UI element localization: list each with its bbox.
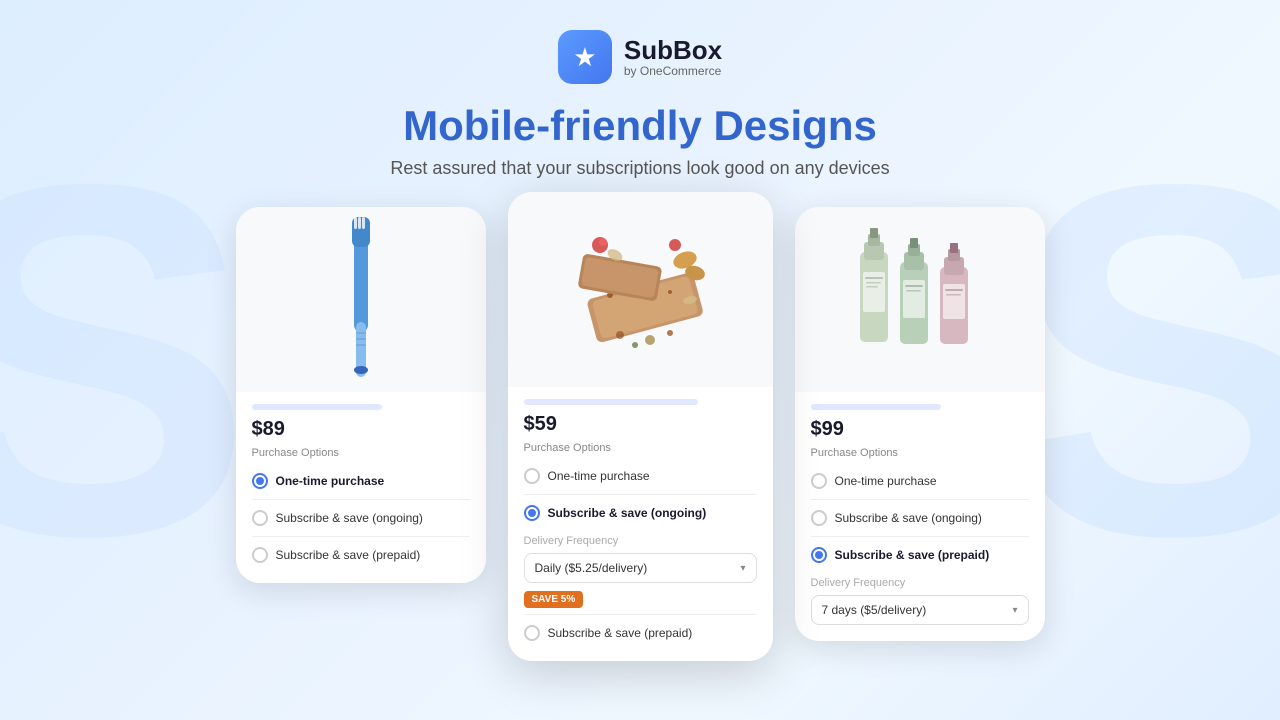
product-image-toothbrush bbox=[236, 207, 486, 392]
logo-subtitle: by OneCommerce bbox=[624, 64, 722, 78]
option-subscribe-ongoing-right[interactable]: Subscribe & save (ongoing) bbox=[811, 506, 1029, 530]
logo-icon: ★ bbox=[558, 30, 612, 84]
delivery-value-center: Daily ($5.25/delivery) bbox=[535, 561, 648, 575]
option-one-time-right[interactable]: One-time purchase bbox=[811, 469, 1029, 493]
card-toothbrush: $89 Purchase Options One-time purchase S… bbox=[236, 207, 486, 583]
price-food: $59 bbox=[524, 413, 757, 436]
divider-right1 bbox=[811, 499, 1029, 500]
purchase-options-label-center: Purchase Options bbox=[524, 442, 757, 454]
price-bar bbox=[252, 404, 383, 410]
radio-subscribe-prepaid-center[interactable] bbox=[524, 625, 540, 641]
divider-center2 bbox=[524, 614, 757, 615]
option-one-time-left[interactable]: One-time purchase bbox=[252, 469, 470, 493]
bottles-svg bbox=[820, 222, 1020, 377]
logo-title: SubBox bbox=[624, 36, 722, 65]
radio-one-time-left[interactable] bbox=[252, 473, 268, 489]
purchase-options-label-left: Purchase Options bbox=[252, 447, 470, 459]
star-icon: ★ bbox=[573, 42, 596, 73]
option-one-time-center[interactable]: One-time purchase bbox=[524, 464, 757, 488]
option-subscribe-prepaid-right[interactable]: Subscribe & save (prepaid) bbox=[811, 543, 1029, 567]
radio-one-time-center[interactable] bbox=[524, 468, 540, 484]
page-subtitle: Rest assured that your subscriptions loo… bbox=[390, 158, 889, 179]
logo-row: ★ SubBox by OneCommerce bbox=[558, 30, 722, 84]
divider2 bbox=[252, 536, 470, 537]
product-image-bottles bbox=[795, 207, 1045, 392]
radio-inner-right bbox=[815, 551, 823, 559]
option-label-ongoing-left: Subscribe & save (ongoing) bbox=[276, 511, 423, 525]
product-image-food bbox=[508, 192, 773, 387]
divider-right2 bbox=[811, 536, 1029, 537]
delivery-dropdown-center[interactable]: Daily ($5.25/delivery) ▾ bbox=[524, 553, 757, 583]
divider bbox=[252, 499, 470, 500]
radio-inner-center bbox=[528, 509, 536, 517]
card-bottles: $99 Purchase Options One-time purchase S… bbox=[795, 207, 1045, 641]
radio-one-time-right[interactable] bbox=[811, 473, 827, 489]
card-body-toothbrush: $89 Purchase Options One-time purchase S… bbox=[236, 392, 486, 583]
radio-subscribe-ongoing-left[interactable] bbox=[252, 510, 268, 526]
food-svg bbox=[530, 205, 750, 375]
option-label-prepaid-center: Subscribe & save (prepaid) bbox=[548, 626, 693, 640]
divider-center1 bbox=[524, 494, 757, 495]
option-label-ongoing-center: Subscribe & save (ongoing) bbox=[548, 506, 707, 520]
cards-container: $89 Purchase Options One-time purchase S… bbox=[0, 179, 1280, 661]
toothbrush-svg bbox=[321, 212, 401, 387]
purchase-options-label-right: Purchase Options bbox=[811, 447, 1029, 459]
radio-subscribe-prepaid-right[interactable] bbox=[811, 547, 827, 563]
header: ★ SubBox by OneCommerce Mobile-friendly … bbox=[0, 0, 1280, 179]
chevron-down-icon: ▾ bbox=[740, 563, 745, 574]
delivery-freq-label-center: Delivery Frequency bbox=[524, 535, 757, 547]
price-toothbrush: $89 bbox=[252, 418, 470, 441]
option-label-one-time-left: One-time purchase bbox=[276, 474, 385, 488]
save-badge-center: SAVE 5% bbox=[524, 591, 584, 608]
page-title: Mobile-friendly Designs bbox=[403, 102, 877, 150]
price-bar-right bbox=[811, 404, 942, 410]
card-body-bottles: $99 Purchase Options One-time purchase S… bbox=[795, 392, 1045, 641]
radio-subscribe-prepaid-left[interactable] bbox=[252, 547, 268, 563]
option-label-one-time-right: One-time purchase bbox=[835, 474, 937, 488]
logo-text-block: SubBox by OneCommerce bbox=[624, 36, 722, 79]
radio-subscribe-ongoing-center[interactable] bbox=[524, 505, 540, 521]
price-bar-food bbox=[524, 399, 699, 405]
option-label-one-time-center: One-time purchase bbox=[548, 469, 650, 483]
option-subscribe-prepaid-left[interactable]: Subscribe & save (prepaid) bbox=[252, 543, 470, 567]
radio-subscribe-ongoing-right[interactable] bbox=[811, 510, 827, 526]
option-subscribe-prepaid-center[interactable]: Subscribe & save (prepaid) bbox=[524, 621, 757, 645]
option-subscribe-ongoing-center[interactable]: Subscribe & save (ongoing) bbox=[524, 501, 757, 525]
chevron-down-icon-right: ▾ bbox=[1012, 605, 1017, 616]
option-label-prepaid-right: Subscribe & save (prepaid) bbox=[835, 548, 990, 562]
option-subscribe-ongoing-left[interactable]: Subscribe & save (ongoing) bbox=[252, 506, 470, 530]
price-bottles: $99 bbox=[811, 418, 1029, 441]
delivery-freq-label-right: Delivery Frequency bbox=[811, 577, 1029, 589]
option-label-prepaid-left: Subscribe & save (prepaid) bbox=[276, 548, 421, 562]
card-food: $59 Purchase Options One-time purchase S… bbox=[508, 192, 773, 661]
radio-inner bbox=[256, 477, 264, 485]
delivery-value-right: 7 days ($5/delivery) bbox=[822, 603, 927, 617]
option-label-ongoing-right: Subscribe & save (ongoing) bbox=[835, 511, 982, 525]
delivery-dropdown-right[interactable]: 7 days ($5/delivery) ▾ bbox=[811, 595, 1029, 625]
card-body-food: $59 Purchase Options One-time purchase S… bbox=[508, 387, 773, 661]
